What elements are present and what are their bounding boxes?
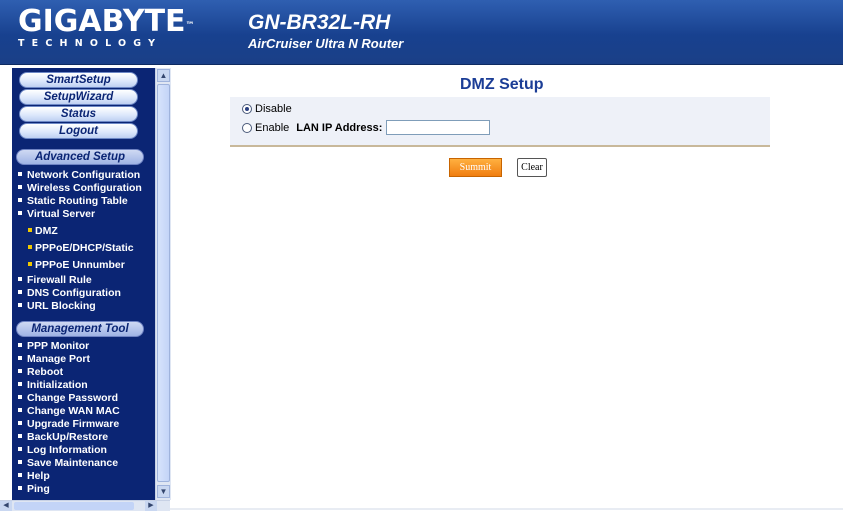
bullet-icon: [18, 303, 22, 308]
nav-ping[interactable]: Ping: [18, 483, 50, 495]
logo-trademark: ™: [185, 21, 195, 31]
sidebar-vertical-scrollbar[interactable]: ▲ ▼: [155, 68, 171, 500]
nav-label: Manage Port: [27, 353, 91, 365]
nav-label: Network Configuration: [27, 169, 141, 181]
enable-row: Enable LAN IP Address:: [242, 120, 491, 135]
nav-label: Static Routing Table: [27, 195, 128, 207]
nav-label: PPPoE Unnumber: [35, 259, 125, 271]
nav-network-configuration[interactable]: Network Configuration: [18, 169, 140, 181]
nav-ppp-monitor[interactable]: PPP Monitor: [18, 340, 89, 352]
nav-label: Ping: [27, 483, 50, 495]
nav-change-password[interactable]: Change Password: [18, 392, 118, 404]
clear-button[interactable]: Clear: [517, 158, 547, 177]
bullet-icon: [18, 185, 22, 190]
nav-pppoe-unnumber[interactable]: PPPoE Unnumber: [28, 259, 125, 271]
scroll-up-icon[interactable]: ▲: [157, 69, 170, 82]
nav-label: Wireless Configuration: [27, 182, 142, 194]
logo-subtitle: TECHNOLOGY: [18, 38, 163, 49]
bullet-icon: [18, 447, 22, 452]
nav-label: Change WAN MAC: [27, 405, 120, 417]
bullet-icon: [18, 198, 22, 203]
bullet-icon: [18, 211, 22, 216]
logout-button[interactable]: Logout: [19, 123, 138, 139]
model-name: GN-BR32L-RH: [248, 11, 391, 34]
nav-label: URL Blocking: [27, 300, 96, 312]
bullet-icon: [18, 369, 22, 374]
nav-upgrade-firmware[interactable]: Upgrade Firmware: [18, 418, 119, 430]
nav-label: BackUp/Restore: [27, 431, 109, 443]
scroll-down-icon[interactable]: ▼: [157, 485, 170, 498]
disable-label: Disable: [255, 103, 292, 115]
disable-row: Disable: [242, 103, 292, 115]
enable-radio[interactable]: [242, 122, 252, 133]
nav-log-information[interactable]: Log Information: [18, 444, 107, 456]
nav-manage-port[interactable]: Manage Port: [18, 353, 90, 365]
nav-label: Reboot: [27, 366, 64, 378]
bullet-icon: [18, 382, 22, 387]
nav-dns-configuration[interactable]: DNS Configuration: [18, 287, 121, 299]
nav-label: PPP Monitor: [27, 340, 90, 352]
nav-backup-restore[interactable]: BackUp/Restore: [18, 431, 108, 443]
nav-reboot[interactable]: Reboot: [18, 366, 63, 378]
smartsetup-button[interactable]: SmartSetup: [19, 72, 138, 88]
nav-label: Log Information: [27, 444, 107, 456]
nav-save-maintenance[interactable]: Save Maintenance: [18, 457, 118, 469]
logo-text: GIGABYTE: [18, 4, 186, 39]
nav-label: Change Password: [27, 392, 119, 404]
nav-url-blocking[interactable]: URL Blocking: [18, 300, 96, 312]
product-name: AirCruiser Ultra N Router: [248, 36, 404, 51]
nav-virtual-server[interactable]: Virtual Server: [18, 208, 95, 220]
bullet-icon: [28, 228, 32, 233]
setupwizard-button[interactable]: SetupWizard: [19, 89, 138, 105]
nav-static-routing-table[interactable]: Static Routing Table: [18, 195, 128, 207]
scroll-thumb-horizontal[interactable]: [14, 502, 134, 510]
bullet-icon: [18, 460, 22, 465]
nav-label: Save Maintenance: [27, 457, 119, 469]
bullet-icon: [18, 434, 22, 439]
status-button[interactable]: Status: [19, 106, 138, 122]
gigabyte-logo: GIGABYTE™ TECHNOLOGY: [18, 6, 195, 50]
nav-help[interactable]: Help: [18, 470, 50, 482]
bullet-icon: [18, 277, 22, 282]
management-tool-header: Management Tool: [16, 321, 144, 337]
nav-label: Firewall Rule: [27, 274, 92, 286]
nav-dmz[interactable]: DMZ: [28, 225, 58, 237]
nav-label: Virtual Server: [27, 208, 96, 220]
bullet-icon: [28, 262, 32, 267]
header-banner: GIGABYTE™ TECHNOLOGY GN-BR32L-RH AirCrui…: [0, 0, 843, 65]
bullet-icon: [18, 172, 22, 177]
enable-label: Enable: [255, 121, 290, 134]
nav-initialization[interactable]: Initialization: [18, 379, 88, 391]
nav-label: DNS Configuration: [27, 287, 121, 299]
disable-radio[interactable]: [242, 104, 252, 114]
advanced-setup-header: Advanced Setup: [16, 149, 144, 165]
nav-label: DMZ: [35, 225, 58, 237]
bullet-icon: [18, 343, 22, 348]
bullet-icon: [18, 421, 22, 426]
lan-ip-input[interactable]: [386, 120, 491, 135]
bullet-icon: [18, 473, 22, 478]
sidebar-nav: SmartSetup SetupWizard Status Logout Adv…: [12, 68, 155, 500]
bullet-icon: [28, 245, 32, 250]
page-title: DMZ Setup: [460, 76, 544, 93]
bullet-icon: [18, 290, 22, 295]
nav-change-wan-mac[interactable]: Change WAN MAC: [18, 405, 120, 417]
sidebar-horizontal-scrollbar[interactable]: ◀ ▶: [0, 500, 170, 511]
nav-label: Help: [27, 470, 50, 482]
bullet-icon: [18, 408, 22, 413]
nav-pppoe-dhcp-static[interactable]: PPPoE/DHCP/Static: [28, 242, 134, 254]
submit-button[interactable]: Summit: [449, 158, 502, 177]
nav-label: PPPoE/DHCP/Static: [35, 242, 134, 254]
nav-firewall-rule[interactable]: Firewall Rule: [18, 274, 92, 286]
nav-label: Upgrade Firmware: [27, 418, 120, 430]
bullet-icon: [18, 395, 22, 400]
dmz-settings-panel: Disable Enable LAN IP Address:: [230, 97, 770, 147]
bullet-icon: [18, 356, 22, 361]
lan-ip-label: LAN IP Address:: [296, 121, 383, 134]
scroll-thumb[interactable]: [157, 84, 170, 482]
bullet-icon: [18, 486, 22, 491]
nav-wireless-configuration[interactable]: Wireless Configuration: [18, 182, 142, 194]
nav-label: Initialization: [27, 379, 88, 391]
